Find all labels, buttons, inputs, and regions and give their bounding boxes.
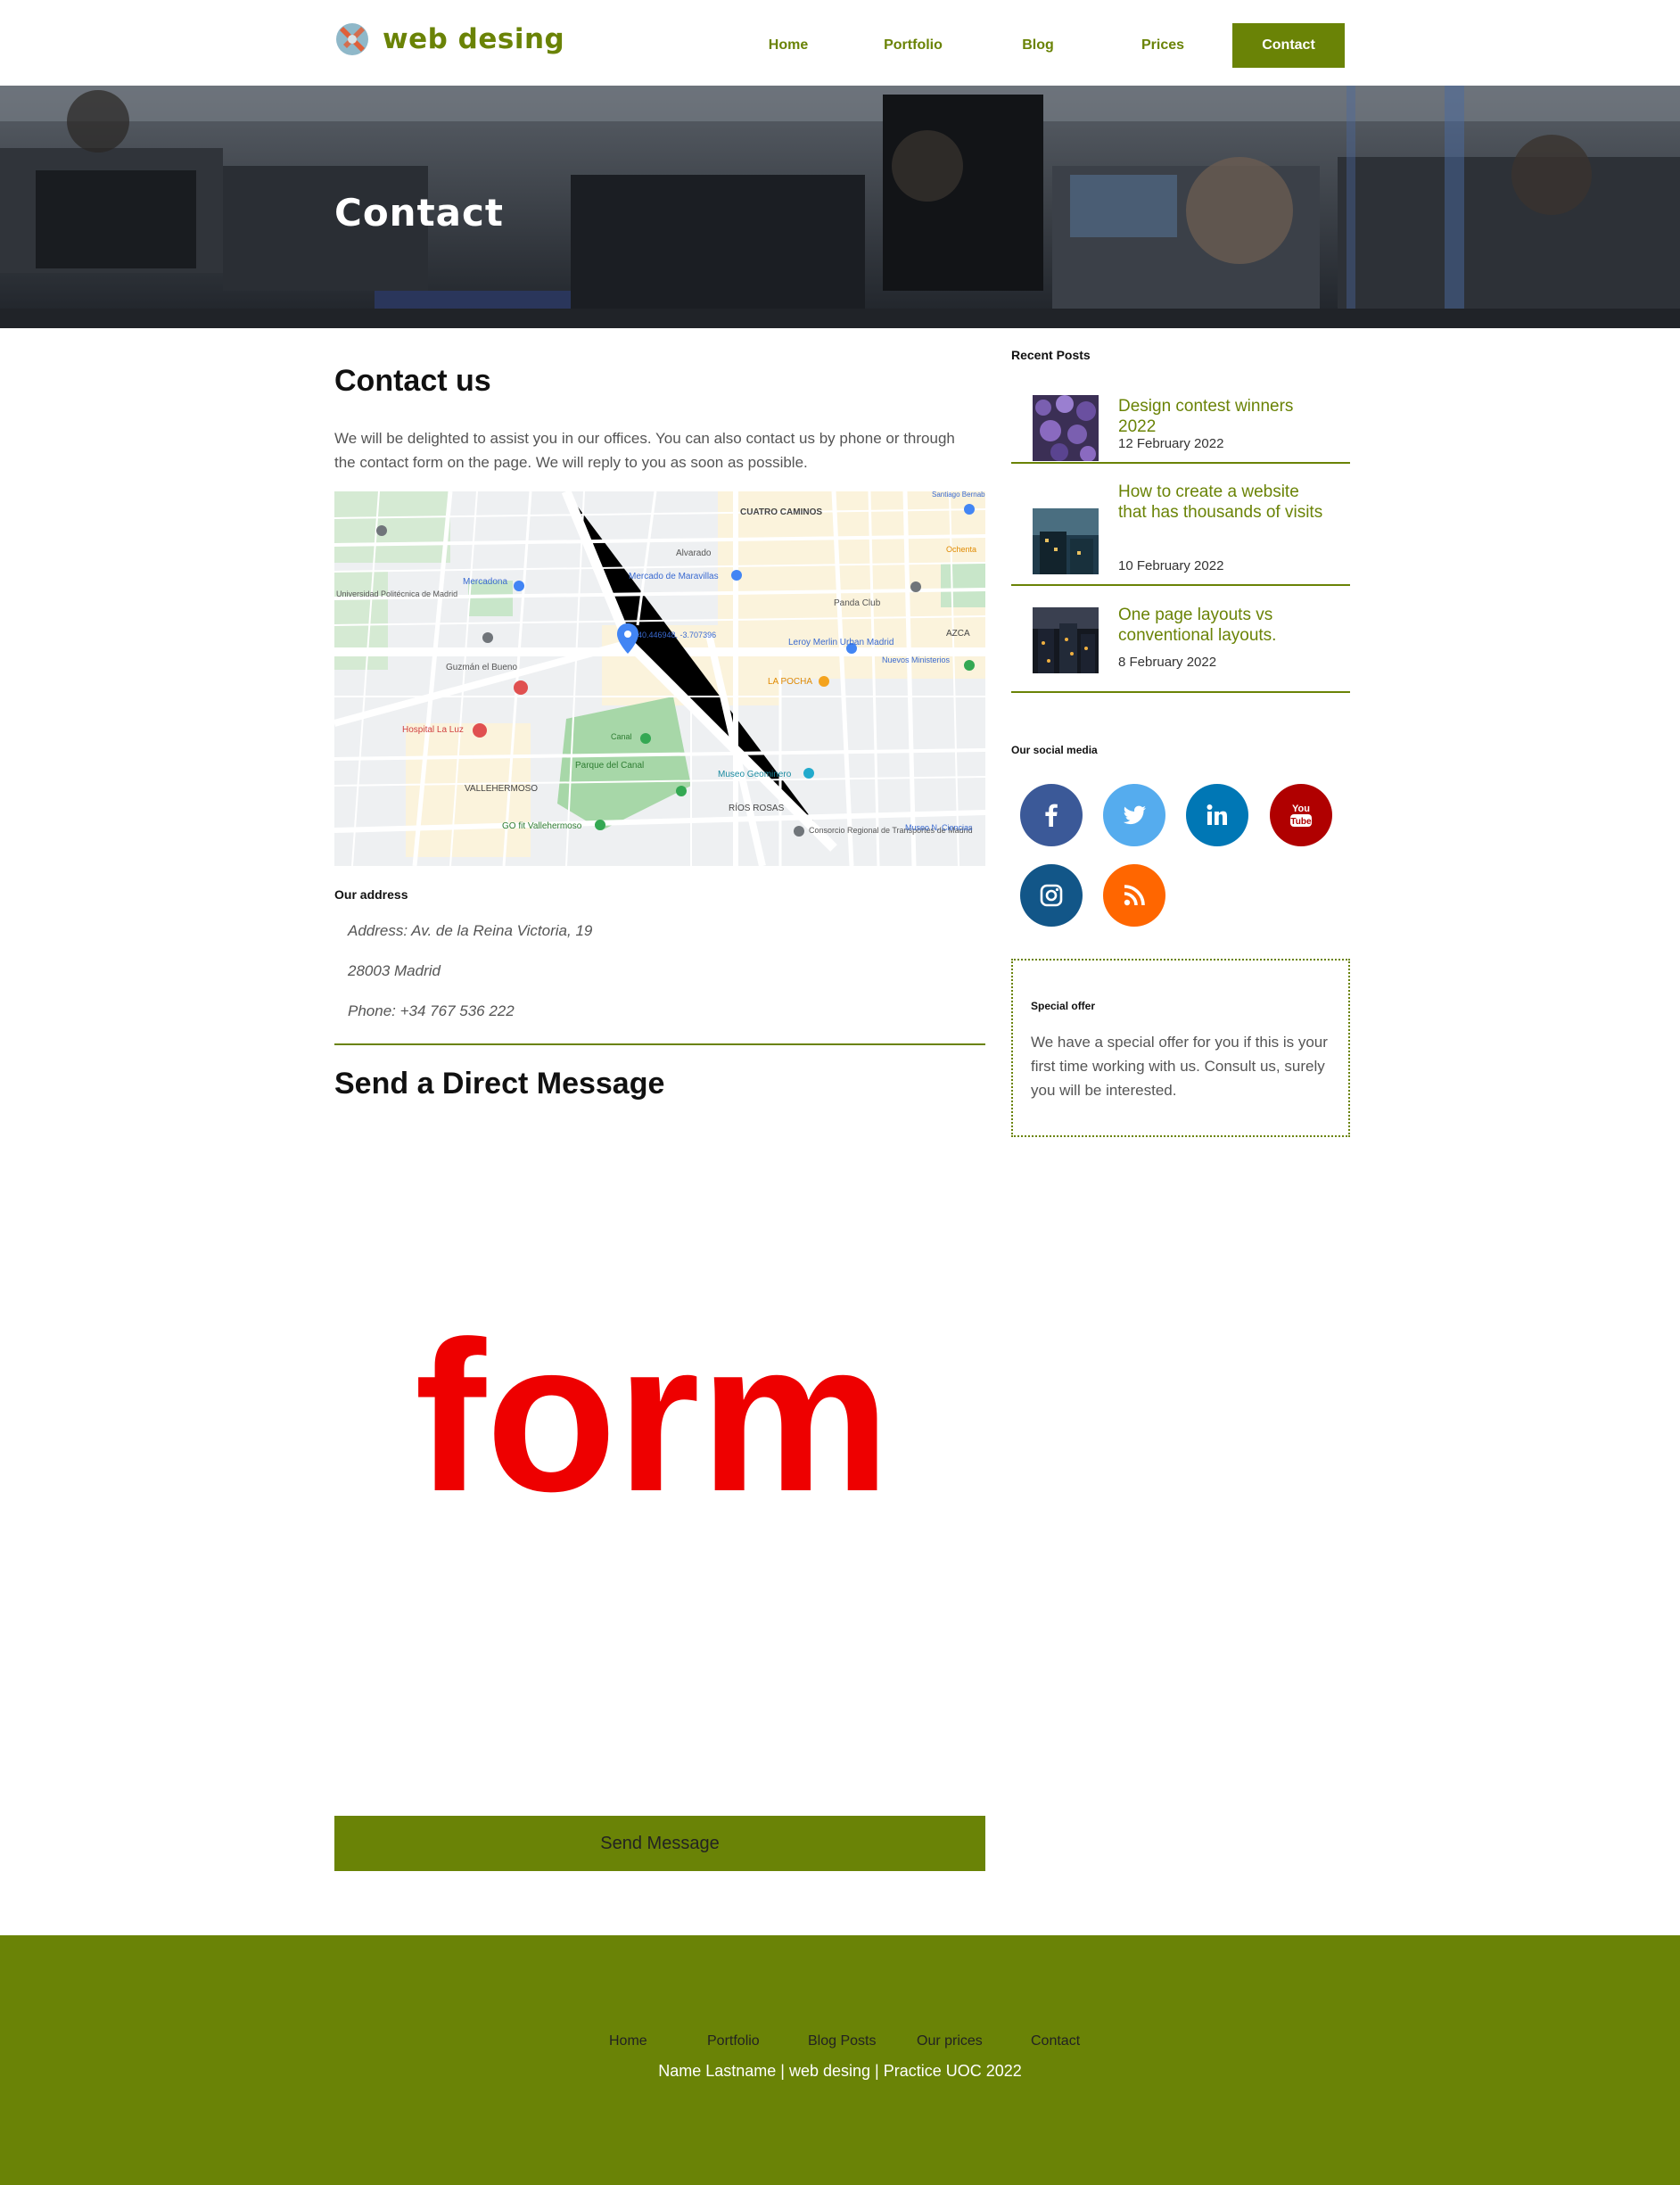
map-graphic: CUATRO CAMINOS Mercado de Maravillas Mer… bbox=[334, 491, 985, 866]
post-thumbnail[interactable] bbox=[1033, 508, 1099, 574]
rss-icon[interactable] bbox=[1103, 864, 1165, 927]
twitter-icon[interactable] bbox=[1103, 784, 1165, 846]
recent-post[interactable]: Design contest winners 2022 12 February … bbox=[1011, 377, 1350, 464]
nav-home[interactable]: Home bbox=[726, 23, 851, 68]
post-thumbnail[interactable] bbox=[1033, 395, 1099, 461]
site-header: web desing Home Portfolio Blog Prices Co… bbox=[0, 0, 1680, 86]
hero-title: Contact bbox=[334, 191, 504, 235]
footer-link-portfolio[interactable]: Portfolio bbox=[707, 2033, 760, 2049]
footer-copyright: Name Lastname | web desing | Practice UO… bbox=[658, 2062, 1022, 2080]
site-footer: Home Portfolio Blog Posts Our prices Con… bbox=[0, 1935, 1680, 2185]
post-thumbnail[interactable] bbox=[1033, 607, 1099, 673]
facebook-icon[interactable] bbox=[1020, 784, 1083, 846]
map-label: Alvarado bbox=[676, 548, 712, 558]
recent-post[interactable]: One page layouts vs conventional layouts… bbox=[1011, 586, 1350, 693]
hero-banner: Contact bbox=[0, 86, 1680, 328]
phone-line: Phone: +34 767 536 222 bbox=[348, 1002, 515, 1019]
map-label: Nuevos Ministerios bbox=[882, 656, 951, 664]
linkedin-icon[interactable] bbox=[1186, 784, 1248, 846]
social-media-title: Our social media bbox=[1011, 744, 1098, 756]
contact-intro: We will be delighted to assist you in ou… bbox=[334, 430, 955, 471]
map-label: CUATRO CAMINOS bbox=[740, 507, 822, 517]
map-label: Santiago Bernabéu bbox=[932, 491, 985, 499]
map-label: GO fit Vallehermoso bbox=[502, 821, 582, 831]
send-message-heading: Send a Direct Message bbox=[334, 1067, 665, 1101]
nav-contact[interactable]: Contact bbox=[1232, 23, 1345, 68]
map-label: Hospital La Luz bbox=[402, 725, 464, 735]
special-offer-box: Special offer We have a special offer fo… bbox=[1011, 959, 1350, 1137]
address-line: Address: Av. de la Reina Victoria, 19 bbox=[348, 922, 593, 939]
special-offer-title: Special offer bbox=[1031, 1000, 1096, 1012]
post-title[interactable]: One page layouts vs conventional layouts… bbox=[1118, 605, 1323, 646]
recent-post[interactable]: How to create a website that has thousan… bbox=[1011, 464, 1350, 586]
post-date: 10 February 2022 bbox=[1118, 558, 1224, 573]
site-logo[interactable]: web desing bbox=[334, 21, 564, 57]
youtube-icon[interactable]: You Tube bbox=[1270, 784, 1332, 846]
footer-link-contact[interactable]: Contact bbox=[1031, 2033, 1080, 2049]
footer-link-prices[interactable]: Our prices bbox=[917, 2033, 983, 2049]
recent-posts-title: Recent Posts bbox=[1011, 348, 1091, 362]
logo-icon bbox=[334, 21, 370, 57]
address-line: 28003 Madrid bbox=[348, 962, 441, 979]
svg-text:Tube: Tube bbox=[1290, 817, 1312, 827]
map-label: Universidad Politécnica de Madrid bbox=[336, 590, 457, 598]
map-label: Mercadona bbox=[463, 577, 507, 587]
logo-text: web desing bbox=[383, 23, 565, 55]
nav-blog[interactable]: Blog bbox=[976, 23, 1100, 68]
map-label: RÍOS ROSAS bbox=[729, 802, 785, 813]
nav-prices[interactable]: Prices bbox=[1100, 23, 1225, 68]
post-date: 8 February 2022 bbox=[1118, 655, 1217, 670]
map-label: Mercado de Maravillas bbox=[629, 572, 719, 581]
special-offer-text: We have a special offer for you if this … bbox=[1031, 1034, 1328, 1099]
map-label: Parque del Canal bbox=[575, 761, 644, 771]
form-placeholder: form bbox=[415, 1297, 891, 1536]
contact-heading: Contact us bbox=[334, 364, 491, 398]
location-map[interactable]: CUATRO CAMINOS Mercado de Maravillas Mer… bbox=[334, 491, 985, 866]
nav-portfolio[interactable]: Portfolio bbox=[851, 23, 976, 68]
post-title[interactable]: Design contest winners 2022 bbox=[1118, 396, 1323, 437]
map-label: Panda Club bbox=[834, 598, 881, 608]
svg-text:You: You bbox=[1292, 804, 1310, 814]
map-label: Museo Geominero bbox=[718, 770, 792, 779]
map-label: Guzmán el Bueno bbox=[446, 663, 517, 672]
footer-link-home[interactable]: Home bbox=[609, 2033, 647, 2049]
post-date: 12 February 2022 bbox=[1118, 436, 1224, 451]
map-label: Ochenta bbox=[946, 545, 976, 554]
section-divider bbox=[334, 1043, 985, 1045]
map-label: Leroy Merlin Urban Madrid bbox=[788, 638, 894, 647]
instagram-icon[interactable] bbox=[1020, 864, 1083, 927]
hero-office-image bbox=[0, 86, 1680, 328]
main-nav: Home Portfolio Blog Prices Contact bbox=[726, 23, 1345, 68]
map-label: Museo N. Ciencias bbox=[905, 823, 973, 832]
post-title[interactable]: How to create a website that has thousan… bbox=[1118, 482, 1323, 523]
address-title: Our address bbox=[334, 887, 408, 902]
map-label: LA POCHA bbox=[768, 677, 812, 687]
send-message-button[interactable]: Send Message bbox=[334, 1816, 985, 1871]
map-label: VALLEHERMOSO bbox=[465, 784, 538, 794]
map-label: Canal bbox=[611, 732, 632, 741]
map-label: 40.446948, -3.707396 bbox=[638, 631, 716, 639]
map-label: AZCA bbox=[946, 629, 970, 639]
footer-link-blog-posts[interactable]: Blog Posts bbox=[808, 2033, 876, 2049]
